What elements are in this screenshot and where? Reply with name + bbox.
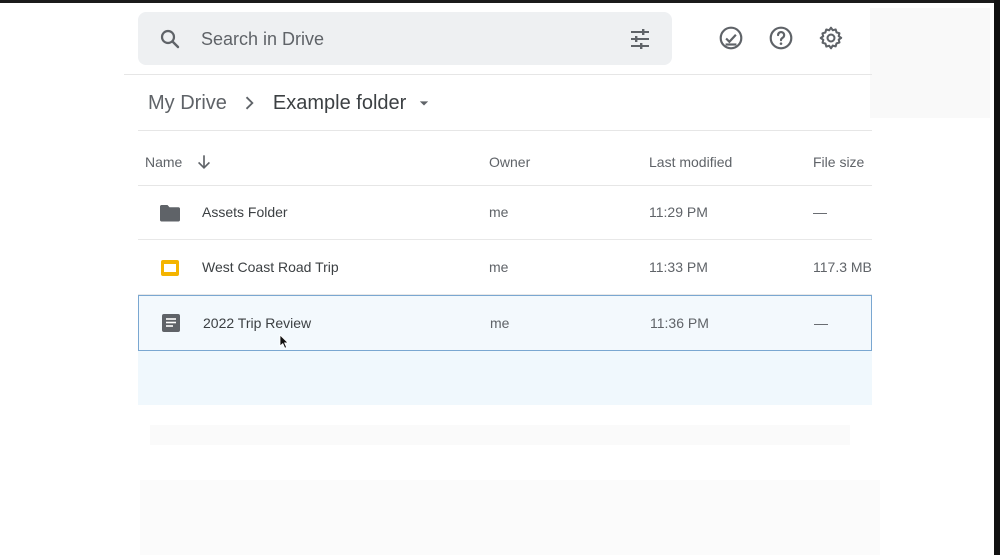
header-divider [124, 74, 872, 75]
search-bar[interactable]: Search in Drive [138, 12, 672, 65]
row-divider [138, 239, 872, 240]
file-size: 117.3 MB [813, 259, 872, 275]
mouse-cursor-icon [279, 334, 290, 349]
sort-arrow-down-icon[interactable] [194, 152, 214, 172]
help-icon[interactable] [768, 25, 794, 51]
window-frame-top [0, 0, 1000, 3]
file-owner: me [489, 204, 509, 220]
file-size: — [814, 315, 828, 331]
breadcrumb: My Drive Example folder [148, 90, 434, 116]
breadcrumb-current-folder[interactable]: Example folder [273, 92, 406, 115]
file-row[interactable]: West Coast Road Trip me 11:33 PM 117.3 M… [138, 241, 872, 295]
breadcrumb-root[interactable]: My Drive [148, 92, 227, 115]
window-frame-right [994, 0, 1000, 555]
file-last-modified: 11:33 PM [649, 259, 708, 275]
caret-down-icon[interactable] [414, 93, 434, 113]
folder-icon [160, 205, 180, 222]
search-icon[interactable] [158, 27, 182, 51]
file-row-selected[interactable]: 2022 Trip Review me 11:36 PM — [138, 295, 872, 351]
document-icon [162, 314, 180, 332]
file-name: 2022 Trip Review [203, 315, 312, 331]
background-ghost-shape [870, 8, 990, 118]
file-last-modified: 11:29 PM [649, 204, 708, 220]
file-owner: me [490, 315, 510, 331]
slides-icon [161, 260, 179, 276]
background-ghost-shape [140, 480, 880, 555]
background-ghost-shape [150, 425, 850, 445]
file-name: West Coast Road Trip [202, 259, 339, 275]
file-owner: me [489, 259, 509, 275]
column-header-owner[interactable]: Owner [489, 154, 530, 170]
settings-gear-icon[interactable] [818, 25, 844, 51]
search-input[interactable]: Search in Drive [201, 28, 324, 50]
file-size: — [813, 204, 827, 220]
drop-zone-highlight[interactable] [138, 351, 872, 405]
file-name: Assets Folder [202, 204, 288, 220]
offline-check-icon[interactable] [718, 25, 744, 51]
search-options-icon[interactable] [628, 27, 652, 51]
file-last-modified: 11:36 PM [650, 315, 709, 331]
breadcrumb-divider [138, 130, 872, 131]
column-header-file-size[interactable]: File size [813, 154, 864, 170]
column-header-name[interactable]: Name [145, 154, 182, 170]
column-header-last-modified[interactable]: Last modified [649, 154, 732, 170]
chevron-right-icon [245, 96, 254, 110]
file-row[interactable]: Assets Folder me 11:29 PM — [138, 186, 872, 240]
